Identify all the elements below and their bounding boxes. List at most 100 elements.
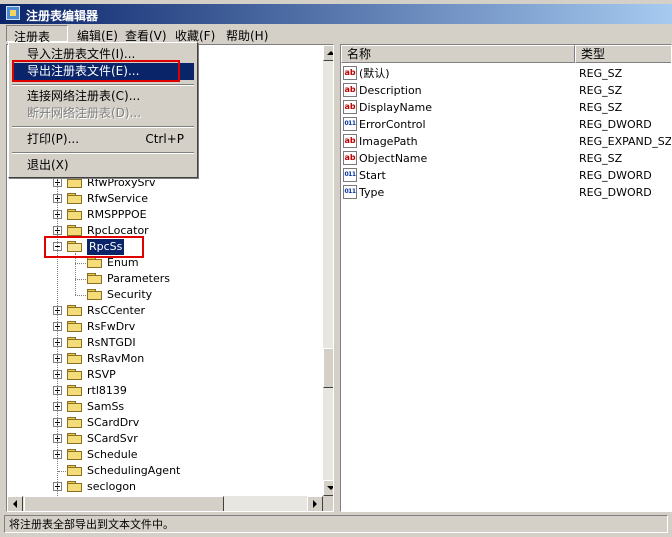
- column-header-name[interactable]: 名称: [341, 45, 575, 63]
- value-type: REG_SZ: [579, 84, 623, 97]
- tree-key-label: SCardDrv: [87, 416, 140, 429]
- arrow-down-icon: [327, 486, 333, 494]
- tree-key-item[interactable]: SCardDrv: [7, 415, 321, 431]
- tree-key-item[interactable]: RpcLocator: [7, 223, 321, 239]
- tree-key-label: RfwService: [87, 192, 148, 205]
- value-row[interactable]: 011 Type REG_DWORD: [341, 184, 671, 201]
- tree-key-item[interactable]: SamSs: [7, 399, 321, 415]
- folder-icon: [67, 305, 83, 317]
- tree-key-item[interactable]: rtl8139: [7, 383, 321, 399]
- tree-key-label: Schedule: [87, 448, 138, 461]
- folder-open-icon: [67, 241, 83, 253]
- value-type: REG_DWORD: [579, 169, 652, 182]
- tree-connector-line: [75, 279, 86, 280]
- string-value-icon: ab: [343, 151, 357, 165]
- tree-key-label: RsFwDrv: [87, 320, 136, 333]
- arrow-up-icon: [327, 47, 333, 55]
- folder-icon: [87, 289, 103, 301]
- value-type: REG_DWORD: [579, 186, 652, 199]
- tree-connector-line: [75, 253, 76, 295]
- tree-key-item[interactable]: seclogon: [7, 479, 321, 495]
- tree-scroll-thumb[interactable]: [323, 348, 333, 388]
- value-row[interactable]: ab DisplayName REG_SZ: [341, 99, 671, 116]
- binary-value-icon: 011: [343, 168, 357, 182]
- folder-icon: [87, 257, 103, 269]
- tree-connector-line: [75, 263, 86, 264]
- tree-key-item[interactable]: RMSPPPOE: [7, 207, 321, 223]
- title-bar[interactable]: 注册表编辑器: [0, 4, 672, 24]
- menu-print-shortcut: Ctrl+P: [145, 132, 184, 146]
- folder-icon: [67, 369, 83, 381]
- menu-disconnect-item: 断开网络注册表(D)...: [27, 106, 142, 120]
- menu-exit-item[interactable]: 退出(X): [12, 157, 194, 174]
- tree-hscroll-thumb[interactable]: [24, 496, 224, 511]
- value-name: ErrorControl: [359, 118, 426, 131]
- tree-key-label: RpcLocator: [87, 224, 149, 237]
- folder-icon: [67, 209, 83, 221]
- tree-key-item[interactable]: RsCCenter: [7, 303, 321, 319]
- value-name: DisplayName: [359, 101, 432, 114]
- scroll-left-button[interactable]: [7, 496, 23, 511]
- tree-key-label: RpcSs: [87, 239, 125, 255]
- folder-icon: [67, 337, 83, 349]
- tree-key-item[interactable]: RSVP: [7, 367, 321, 383]
- values-list-pane[interactable]: 名称 类型 ab (默认) REG_SZ ab Description REG_SZ ab D…: [340, 44, 672, 512]
- string-value-icon: ab: [343, 83, 357, 97]
- value-row[interactable]: ab ObjectName REG_SZ: [341, 150, 671, 167]
- folder-icon: [67, 449, 83, 461]
- tree-key-label: RSVP: [87, 368, 116, 381]
- column-header-type[interactable]: 类型: [575, 45, 671, 63]
- tree-key-item[interactable]: SchedulingAgent: [7, 463, 321, 479]
- menu-separator: [12, 152, 194, 154]
- tree-vertical-scrollbar[interactable]: [323, 45, 333, 496]
- value-name: Description: [359, 84, 422, 97]
- binary-value-icon: 011: [343, 117, 357, 131]
- tree-key-label: SchedulingAgent: [87, 464, 181, 477]
- menu-help[interactable]: 帮助(H): [226, 27, 268, 44]
- tree-horizontal-scrollbar[interactable]: [7, 496, 323, 511]
- menu-print-item[interactable]: 打印(P)... Ctrl+P: [12, 131, 194, 148]
- scroll-up-button[interactable]: [323, 45, 333, 61]
- tree-key-label: RsNTGDI: [87, 336, 136, 349]
- menu-export-item[interactable]: 导出注册表文件(E)...: [12, 63, 194, 80]
- folder-icon: [67, 401, 83, 413]
- value-row[interactable]: ab (默认) REG_SZ: [341, 65, 671, 82]
- tree-key-label: SCardSvr: [87, 432, 138, 445]
- tree-key-item[interactable]: Schedule: [7, 447, 321, 463]
- tree-key-item[interactable]: RsRavMon: [7, 351, 321, 367]
- menu-registry[interactable]: 注册表(R): [6, 25, 68, 59]
- tree-key-item[interactable]: SCardSvr: [7, 431, 321, 447]
- tree-key-label: Enum: [107, 256, 139, 269]
- value-row[interactable]: ab ImagePath REG_EXPAND_SZ: [341, 133, 671, 150]
- tree-key-label: rtl8139: [87, 384, 127, 397]
- tree-key-item[interactable]: RpcSs: [7, 239, 321, 255]
- value-type: REG_SZ: [579, 67, 623, 80]
- value-name: Type: [359, 186, 385, 199]
- menu-separator: [12, 84, 194, 86]
- tree-connector-line: [75, 295, 86, 296]
- value-type: REG_SZ: [579, 152, 623, 165]
- value-name: Start: [359, 169, 386, 182]
- scroll-down-button[interactable]: [323, 480, 333, 496]
- arrow-right-icon: [313, 500, 321, 508]
- folder-icon: [67, 193, 83, 205]
- tree-key-item[interactable]: RsFwDrv: [7, 319, 321, 335]
- scroll-right-button[interactable]: [307, 496, 323, 511]
- value-row[interactable]: 011 Start REG_DWORD: [341, 167, 671, 184]
- tree-key-item[interactable]: RfwService: [7, 191, 321, 207]
- value-type: REG_SZ: [579, 101, 623, 114]
- window-title: 注册表编辑器: [26, 9, 99, 23]
- menu-import-item[interactable]: 导入注册表文件(I)...: [12, 46, 194, 63]
- status-bar: 将注册表全部导出到文本文件中。: [0, 512, 672, 537]
- value-row[interactable]: ab Description REG_SZ: [341, 82, 671, 99]
- menu-bar: 注册表(R) 编辑(E) 查看(V) 收藏(F) 帮助(H): [0, 24, 672, 59]
- tree-key-item[interactable]: RsNTGDI: [7, 335, 321, 351]
- value-row[interactable]: 011 ErrorControl REG_DWORD: [341, 116, 671, 133]
- tree-subkey-item[interactable]: Enum: [7, 255, 321, 271]
- tree-connector-line: [58, 471, 66, 472]
- menu-connect-item[interactable]: 连接网络注册表(C)...: [12, 88, 194, 105]
- tree-subkey-item[interactable]: Parameters: [7, 271, 321, 287]
- value-type: REG_DWORD: [579, 118, 652, 131]
- tree-subkey-item[interactable]: Security: [7, 287, 321, 303]
- string-value-icon: ab: [343, 134, 357, 148]
